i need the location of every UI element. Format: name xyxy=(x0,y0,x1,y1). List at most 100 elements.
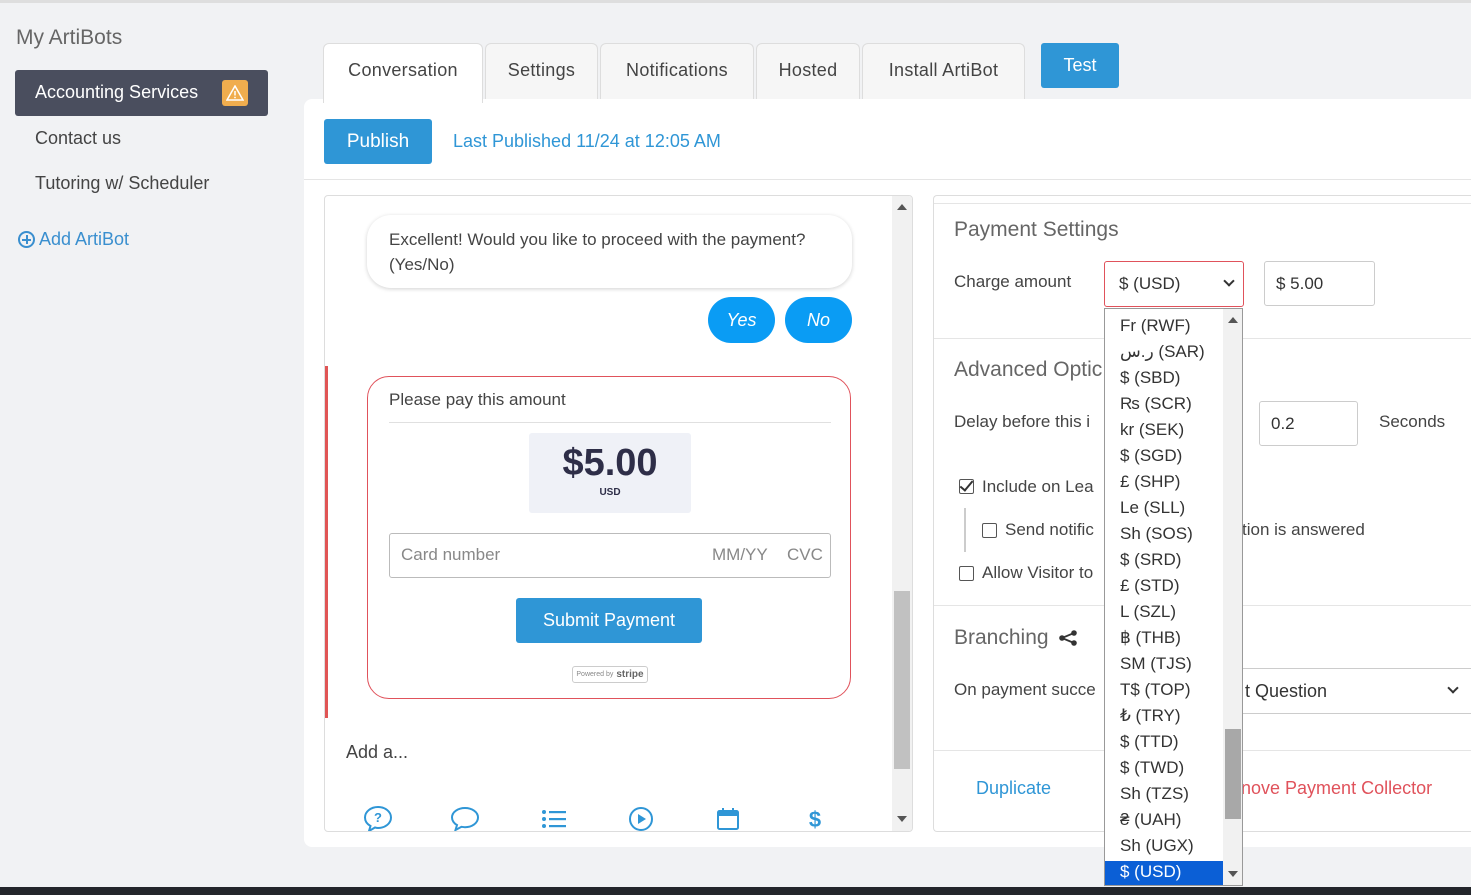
delay-input[interactable]: 0.2 xyxy=(1259,401,1358,446)
add-artibot-label: Add ArtiBot xyxy=(39,229,130,249)
on-payment-success-label: On payment succe xyxy=(954,680,1096,699)
svg-text:$: $ xyxy=(809,807,821,832)
send-notification-checkbox[interactable] xyxy=(982,523,997,538)
add-artibot-link[interactable]: Add ArtiBot xyxy=(18,229,129,250)
amount-box: $5.00 USD xyxy=(529,433,691,513)
dropdown-scroll-down-icon[interactable] xyxy=(1228,871,1238,877)
expiry-placeholder: MM/YY xyxy=(712,545,768,564)
branching-heading: Branching xyxy=(954,626,1078,650)
currency-option[interactable]: $ (TTD) xyxy=(1105,731,1223,757)
chip-no[interactable]: No xyxy=(785,297,852,343)
add-a-label: Add a... xyxy=(346,742,409,762)
warning-icon xyxy=(222,80,248,106)
currency-option[interactable]: Sh (UGX) xyxy=(1105,835,1223,861)
stripe-logo: stripe xyxy=(616,669,644,680)
publish-button[interactable]: Publish xyxy=(324,119,432,164)
divider xyxy=(389,422,831,423)
remove-payment-collector-link[interactable]: nove Payment Collector xyxy=(1241,778,1432,799)
indent-bar xyxy=(964,508,966,552)
branch-icon xyxy=(1059,630,1078,647)
currency-option[interactable]: ₺ (TRY) xyxy=(1105,705,1223,731)
branch-target-select[interactable]: t Question xyxy=(1234,668,1471,714)
play-icon[interactable] xyxy=(626,804,656,831)
amount-currency: USD xyxy=(599,487,621,498)
calendar-icon[interactable] xyxy=(713,804,743,831)
divider xyxy=(934,203,1471,204)
currency-option[interactable]: Sh (TZS) xyxy=(1105,783,1223,809)
currency-dropdown-list[interactable]: Fr (RWF) ر.س (SAR) $ (SBD) ₨ (SCR) kr (SEK) $… xyxy=(1104,308,1243,886)
sidebar-title: My ArtiBots xyxy=(16,26,123,49)
chip-yes[interactable]: Yes xyxy=(708,297,775,343)
currency-option[interactable]: $ (USD) xyxy=(1105,861,1223,885)
chevron-down-icon xyxy=(1223,275,1235,287)
branching-heading-label: Branching xyxy=(954,626,1049,649)
last-published-text: Last Published 11/24 at 12:05 AM xyxy=(453,131,721,151)
sidebar-item-tutoring[interactable]: Tutoring w/ Scheduler xyxy=(35,173,209,194)
chat-scrollbar-thumb[interactable] xyxy=(894,591,910,769)
currency-option[interactable]: £ (SHP) xyxy=(1105,471,1223,497)
tab-hosted[interactable]: Hosted xyxy=(756,43,860,100)
dollar-icon[interactable]: $ xyxy=(800,804,830,832)
scroll-down-arrow-icon[interactable] xyxy=(897,816,907,822)
currency-option[interactable]: T$ (TOP) xyxy=(1105,679,1223,705)
payment-settings-heading: Payment Settings xyxy=(954,218,1119,241)
branch-target-value: t Question xyxy=(1245,681,1328,701)
card-number-placeholder: Card number xyxy=(401,545,501,564)
question-bubble-icon[interactable]: ? xyxy=(363,804,393,831)
currency-option[interactable]: $ (SRD) xyxy=(1105,549,1223,575)
currency-option[interactable]: $ (TWD) xyxy=(1105,757,1223,783)
bot-message-bubble: Excellent! Would you like to proceed wit… xyxy=(367,215,852,288)
sidebar-item-label: Accounting Services xyxy=(35,82,199,102)
card-number-input[interactable]: Card number MM/YY CVC xyxy=(389,533,831,578)
currency-option[interactable]: Sh (SOS) xyxy=(1105,523,1223,549)
currency-option[interactable]: Fr (RWF) xyxy=(1105,315,1223,341)
include-on-leads-checkbox[interactable] xyxy=(959,479,974,494)
currency-option[interactable]: £ (STD) xyxy=(1105,575,1223,601)
powered-by-text: Powered by xyxy=(576,671,614,678)
dropdown-scrollbar-thumb[interactable] xyxy=(1225,729,1241,819)
svg-text:?: ? xyxy=(374,810,382,825)
currency-option[interactable]: $ (SBD) xyxy=(1105,367,1223,393)
tab-notifications[interactable]: Notifications xyxy=(600,43,754,100)
header-divider xyxy=(304,179,1471,180)
currency-option[interactable]: ₴ (UAH) xyxy=(1105,809,1223,835)
amount-value: $5.00 xyxy=(562,442,658,484)
duplicate-link[interactable]: Duplicate xyxy=(976,778,1051,799)
submit-payment-button[interactable]: Submit Payment xyxy=(516,598,702,643)
chevron-down-icon xyxy=(1447,682,1459,694)
top-border xyxy=(0,0,1471,3)
taskbar-strip xyxy=(0,887,1471,895)
sidebar-item-accounting-services[interactable]: Accounting Services xyxy=(15,70,268,116)
chat-preview-panel[interactable]: Excellent! Would you like to proceed wit… xyxy=(324,195,913,832)
send-notification-label: Send notific xyxy=(1005,520,1094,539)
currency-select-value: $ (USD) xyxy=(1119,274,1181,293)
tab-conversation[interactable]: Conversation xyxy=(323,43,483,103)
sidebar-item-contact-us[interactable]: Contact us xyxy=(35,128,121,149)
currency-option[interactable]: L (SZL) xyxy=(1105,601,1223,627)
test-button[interactable]: Test xyxy=(1041,43,1119,88)
currency-option[interactable]: ₨ (SCR) xyxy=(1105,393,1223,419)
dropdown-scroll-up-icon[interactable] xyxy=(1228,317,1238,323)
currency-option[interactable]: ฿ (THB) xyxy=(1105,627,1223,653)
list-icon[interactable] xyxy=(539,804,569,831)
allow-visitor-checkbox[interactable] xyxy=(959,566,974,581)
tab-settings[interactable]: Settings xyxy=(485,43,598,100)
plus-circle-icon xyxy=(18,231,35,248)
charge-amount-input[interactable]: $ 5.00 xyxy=(1264,261,1375,306)
tab-install-artibot[interactable]: Install ArtiBot xyxy=(862,43,1025,100)
allow-visitor-label: Allow Visitor to xyxy=(982,563,1094,582)
delay-unit-label: Seconds xyxy=(1379,412,1446,431)
chat-bubble-icon[interactable] xyxy=(450,804,480,831)
powered-by-stripe-badge: Powered by stripe xyxy=(572,666,648,683)
scroll-up-arrow-icon[interactable] xyxy=(897,204,907,210)
advanced-options-heading: Advanced Optic xyxy=(954,358,1103,381)
currency-option[interactable]: ر.س (SAR) xyxy=(1105,341,1223,367)
currency-select[interactable]: $ (USD) xyxy=(1104,261,1244,307)
currency-option[interactable]: kr (SEK) xyxy=(1105,419,1223,445)
currency-option[interactable]: $ (SGD) xyxy=(1105,445,1223,471)
send-notification-label-end: tion is answered xyxy=(1242,520,1365,539)
payment-card[interactable]: Please pay this amount $5.00 USD Card nu… xyxy=(367,376,851,699)
currency-option[interactable]: Le (SLL) xyxy=(1105,497,1223,523)
currency-option[interactable]: SM (TJS) xyxy=(1105,653,1223,679)
payment-title: Please pay this amount xyxy=(389,390,566,409)
